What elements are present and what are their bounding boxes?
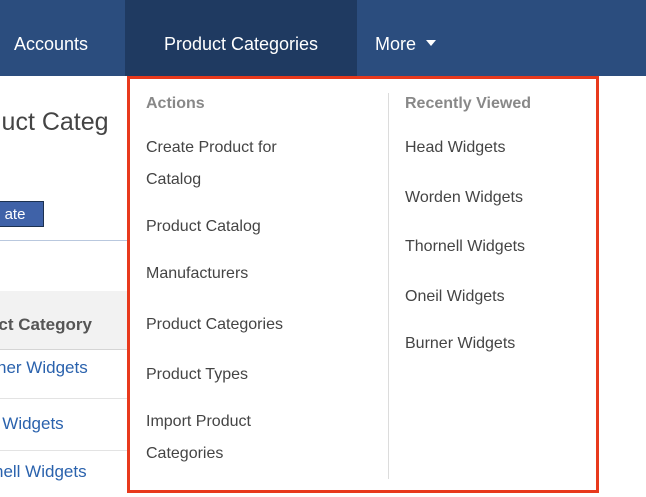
caret-down-icon <box>426 40 437 47</box>
page-title: luct Categ <box>0 108 109 136</box>
table-row-link[interactable]: nell Widgets <box>0 462 87 482</box>
column-header-product-category[interactable]: uct Category <box>0 315 92 335</box>
menu-item-product-types[interactable]: Product Types <box>146 362 248 388</box>
row-divider <box>0 398 130 399</box>
background-page: luct Categ ate uct Category ner Widgets … <box>0 76 130 497</box>
nav-more[interactable]: More <box>375 0 437 76</box>
menu-item-import-product-categories-line2[interactable]: Categories <box>146 441 223 467</box>
column-divider <box>388 93 389 479</box>
menu-item-product-catalog[interactable]: Product Catalog <box>146 214 261 240</box>
recent-item-thornell-widgets[interactable]: Thornell Widgets <box>405 234 525 260</box>
nav-product-categories[interactable]: Product Categories <box>125 0 357 76</box>
nav-more-label: More <box>375 34 417 54</box>
table-row-link[interactable]: il Widgets <box>0 414 64 434</box>
actions-header: Actions <box>146 95 205 112</box>
recently-viewed-header: Recently Viewed <box>405 95 531 112</box>
recent-item-head-widgets[interactable]: Head Widgets <box>405 135 506 161</box>
menu-item-import-product-categories[interactable]: Import Product <box>146 409 251 435</box>
menu-item-manufacturers[interactable]: Manufacturers <box>146 261 248 287</box>
menu-item-create-product-for-catalog[interactable]: Create Product for <box>146 135 277 161</box>
menu-item-product-categories[interactable]: Product Categories <box>146 312 283 338</box>
top-nav-bar: Accounts Product Categories More <box>0 0 646 76</box>
nav-accounts[interactable]: Accounts <box>14 0 88 76</box>
create-button[interactable]: ate <box>0 201 44 227</box>
recent-item-oneil-widgets[interactable]: Oneil Widgets <box>405 284 505 310</box>
table-row-link[interactable]: ner Widgets <box>0 358 88 378</box>
product-categories-dropdown-menu: Actions Recently Viewed Create Product f… <box>127 76 599 493</box>
row-divider <box>0 450 130 451</box>
recent-item-worden-widgets[interactable]: Worden Widgets <box>405 185 523 211</box>
menu-item-create-product-for-catalog-line2[interactable]: Catalog <box>146 167 201 193</box>
nav-product-categories-label: Product Categories <box>163 34 319 54</box>
divider <box>0 240 130 241</box>
recent-item-burner-widgets[interactable]: Burner Widgets <box>405 331 515 357</box>
